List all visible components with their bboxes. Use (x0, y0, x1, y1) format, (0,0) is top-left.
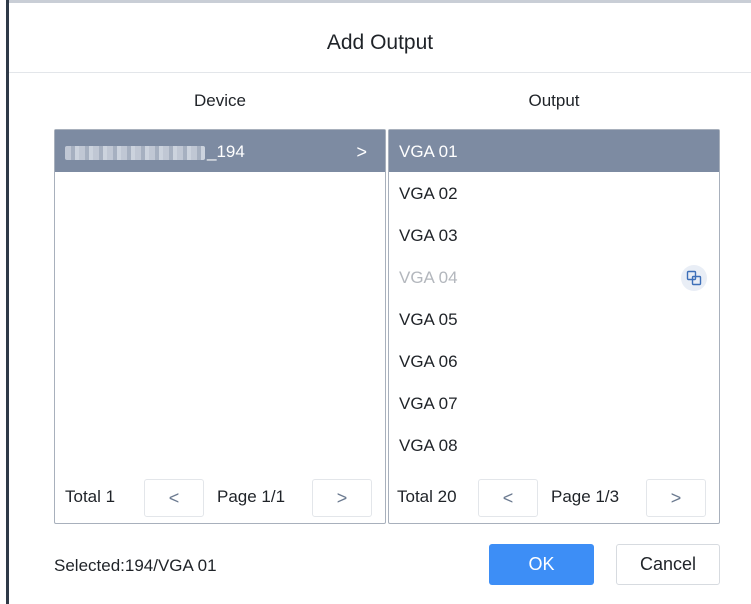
device-total: Total 1 (65, 487, 116, 506)
selection-summary: Selected:194/VGA 01 (54, 556, 217, 575)
device-list-panel: _194 > Total 1 < Page 1/1 > (54, 129, 386, 524)
output-column-header: Output (528, 91, 580, 110)
device-row-label: _194 (207, 142, 245, 161)
output-row-label: VGA 01 (399, 142, 458, 161)
device-pager: Total 1 < Page 1/1 > (55, 471, 385, 523)
output-row[interactable]: VGA 02 (389, 172, 719, 214)
output-row-label: VGA 05 (399, 310, 458, 329)
cancel-button[interactable]: Cancel (616, 544, 720, 585)
output-page-indicator: Page 1/3 (551, 487, 620, 506)
output-list-panel: VGA 01 VGA 02 VGA 03 VGA 04 VGA 05 VGA 0… (388, 129, 720, 524)
output-row-label: VGA 04 (399, 268, 458, 287)
redacted-ip (65, 145, 205, 160)
output-row[interactable]: VGA 06 (389, 340, 719, 382)
output-next-page-button[interactable]: > (646, 479, 706, 517)
device-prev-page-button[interactable]: < (144, 479, 204, 517)
chevron-right-icon: > (356, 142, 367, 162)
ok-button[interactable]: OK (489, 544, 594, 585)
output-total: Total 20 (397, 487, 457, 506)
device-next-page-button[interactable]: > (312, 479, 372, 517)
duplicate-icon[interactable] (681, 265, 707, 291)
output-row[interactable]: VGA 05 (389, 298, 719, 340)
output-row-label: VGA 02 (399, 184, 458, 203)
output-row: VGA 04 (389, 256, 719, 298)
output-row-label: VGA 03 (399, 226, 458, 245)
window-left-edge (0, 0, 9, 604)
output-pager: Total 20 < Page 1/3 > (389, 471, 719, 523)
output-row[interactable]: VGA 03 (389, 214, 719, 256)
output-row[interactable]: VGA 07 (389, 382, 719, 424)
dialog-title: Add Output (9, 3, 751, 73)
output-row[interactable]: VGA 01 (389, 130, 719, 172)
output-row-label: VGA 06 (399, 352, 458, 371)
device-column-header: Device (194, 91, 246, 110)
add-output-dialog: Add Output Device Output _194 > Total 1 … (9, 3, 751, 604)
output-prev-page-button[interactable]: < (478, 479, 538, 517)
device-page-indicator: Page 1/1 (217, 487, 286, 506)
output-row[interactable]: VGA 08 (389, 424, 719, 466)
output-row-label: VGA 08 (399, 436, 458, 455)
output-row-label: VGA 07 (399, 394, 458, 413)
device-row[interactable]: _194 > (55, 130, 385, 172)
